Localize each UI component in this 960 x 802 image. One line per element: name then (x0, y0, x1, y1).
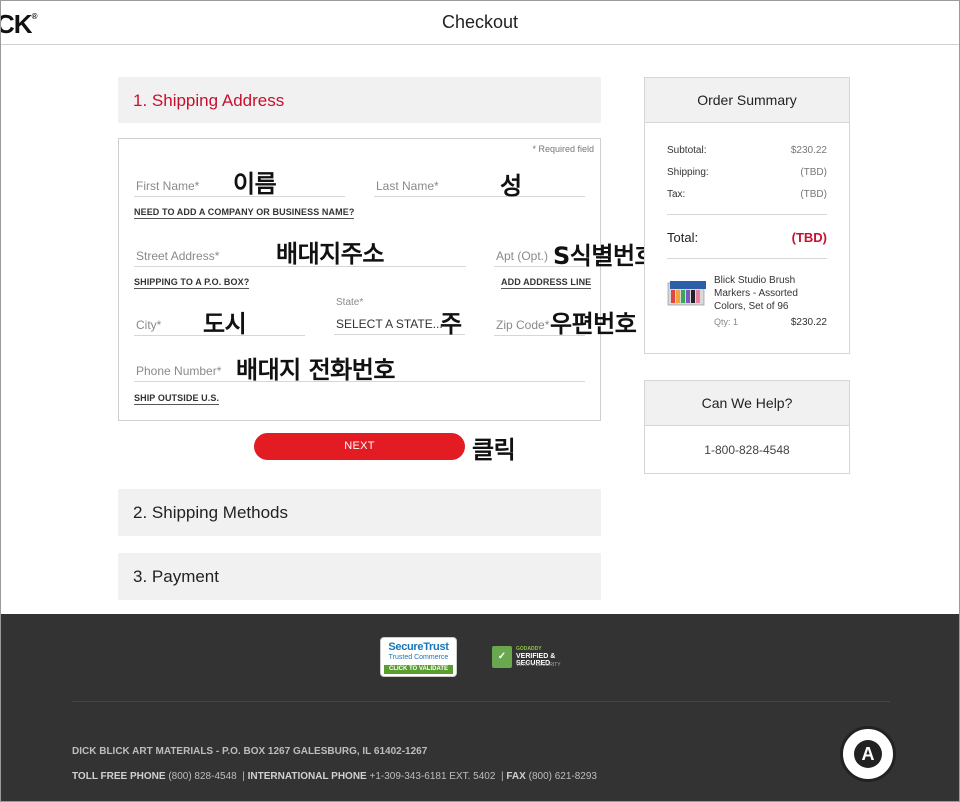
page-title: Checkout (441, 12, 519, 32)
annotation-apt: S식별번호 (553, 242, 657, 270)
annotation-zip: 우편번호 (550, 310, 637, 338)
annotation-phone: 배대지 전화번호 (236, 356, 395, 384)
total-value: (TBD) (791, 230, 827, 245)
toll-free-value[interactable]: (800) 828-4548 (168, 771, 236, 782)
state-value: SELECT A STATE... (336, 317, 443, 331)
tax-value: (TBD) (800, 189, 827, 200)
zip-code-placeholder: Zip Code* (496, 318, 550, 332)
annotation-state: 주 (440, 310, 462, 338)
fax-label: FAX (506, 771, 526, 782)
po-box-link[interactable]: SHIPPING TO A P.O. BOX? (134, 277, 250, 289)
add-address-line-link[interactable]: ADD ADDRESS LINE (501, 277, 592, 289)
annotation-city: 도시 (203, 310, 247, 338)
total-row: Total: (TBD) (667, 230, 827, 245)
page-footer: SecureTrust Trusted Commerce CLICK TO VA… (0, 614, 960, 802)
product-thumbnail[interactable] (667, 279, 707, 309)
section-title: 1. Shipping Address (133, 91, 285, 110)
section-payment[interactable]: 3. Payment (118, 553, 601, 600)
next-button[interactable]: NEXT (254, 433, 465, 460)
securetrust-cta: CLICK TO VALIDATE (384, 665, 453, 674)
phone-number-placeholder: Phone Number* (136, 364, 222, 378)
section-shipping-address: 1. Shipping Address (118, 77, 601, 123)
shipping-value: (TBD) (800, 167, 827, 178)
securetrust-title: SecureTrust (388, 641, 449, 653)
summary-divider (667, 258, 827, 259)
subtotal-value: $230.22 (790, 145, 827, 156)
godaddy-sub: VERIFY SECURITY (516, 662, 561, 668)
add-company-link[interactable]: NEED TO ADD A COMPANY OR BUSINESS NAME? (134, 207, 355, 219)
required-note: * Required field (532, 144, 594, 154)
shipping-row: Shipping: (TBD) (667, 167, 827, 178)
total-label: Total: (667, 230, 699, 245)
last-name-field[interactable]: Last Name* (374, 175, 585, 197)
section-title: 3. Payment (133, 567, 219, 586)
contact-line: TOLL FREE PHONE (800) 828-4548 | INTERNA… (72, 771, 597, 782)
subtotal-row: Subtotal: $230.22 (667, 145, 827, 156)
apt-placeholder: Apt (Opt.) (496, 249, 549, 263)
section-shipping-methods[interactable]: 2. Shipping Methods (118, 489, 601, 536)
help-title: Can We Help? (645, 381, 849, 426)
toll-free-label: TOLL FREE PHONE (72, 771, 166, 782)
footer-divider (72, 701, 890, 702)
fax-value: (800) 621-8293 (528, 771, 597, 782)
securetrust-badge[interactable]: SecureTrust Trusted Commerce CLICK TO VA… (380, 637, 457, 677)
first-name-placeholder: First Name* (136, 179, 200, 193)
product-price: $230.22 (790, 317, 827, 328)
securetrust-sub: Trusted Commerce (388, 654, 449, 661)
order-summary: Order Summary Subtotal: $230.22 Shipping… (644, 77, 850, 354)
last-name-placeholder: Last Name* (376, 179, 439, 193)
intl-phone-label: INTERNATIONAL PHONE (247, 771, 367, 782)
godaddy-badge[interactable]: ✓ GODADDY VERIFIED & SECURED VERIFY SECU… (492, 646, 588, 670)
city-placeholder: City* (136, 318, 162, 332)
ship-outside-us-link[interactable]: SHIP OUTSIDE U.S. (134, 393, 220, 405)
help-box: Can We Help? 1-800-828-4548 (644, 380, 850, 474)
section-title: 2. Shipping Methods (133, 503, 288, 522)
annotation-click: 클릭 (472, 436, 516, 464)
accessibility-a-icon: A (854, 740, 882, 768)
street-address-placeholder: Street Address* (136, 249, 220, 263)
company-address: DICK BLICK ART MATERIALS - P.O. BOX 1267… (72, 746, 428, 757)
summary-divider (667, 214, 827, 215)
shield-icon: ✓ (492, 646, 512, 668)
annotation-first-name: 이름 (233, 170, 277, 198)
page-header: CK® Checkout (0, 0, 960, 45)
intl-phone-value[interactable]: +1-309-343-6181 EXT. 5402 (370, 771, 496, 782)
subtotal-label: Subtotal: (667, 145, 707, 156)
annotation-street: 배대지주소 (276, 240, 384, 268)
annotation-last-name: 성 (500, 172, 522, 200)
accessibility-badge-icon[interactable]: A (840, 726, 896, 782)
tax-label: Tax: (667, 189, 686, 200)
help-phone[interactable]: 1-800-828-4548 (645, 443, 849, 457)
godaddy-top: GODADDY (516, 646, 542, 652)
product-name[interactable]: Blick Studio Brush Markers - Assorted Co… (714, 274, 826, 313)
state-label: State* (336, 297, 364, 308)
shipping-label: Shipping: (667, 167, 709, 178)
product-qty: Qty: 1 (714, 317, 739, 327)
order-summary-title: Order Summary (645, 78, 849, 123)
tax-row: Tax: (TBD) (667, 189, 827, 200)
